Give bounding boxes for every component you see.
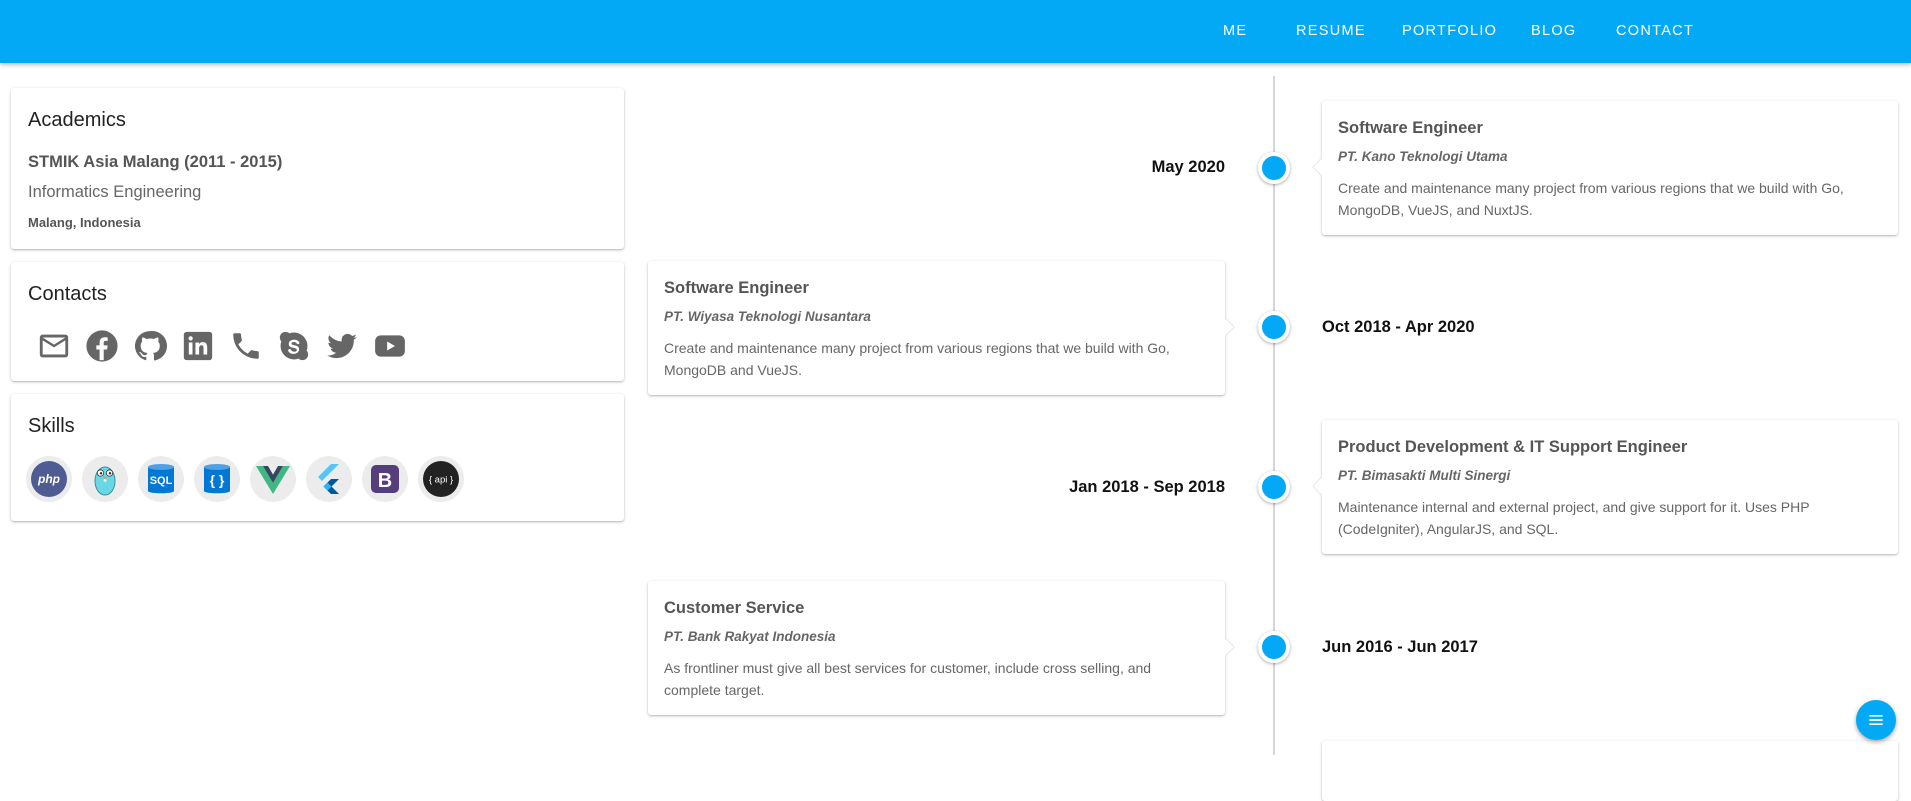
job-title: Software Engineer: [1338, 119, 1483, 137]
academics-school: STMIK Asia Malang (2011 - 2015): [28, 153, 283, 171]
timeline-card-next: [1322, 741, 1898, 801]
timeline-dot: [1258, 152, 1290, 184]
nosql-database-icon: { }: [194, 456, 240, 502]
academics-major: Informatics Engineering: [28, 183, 202, 201]
timeline-dot: [1258, 471, 1290, 503]
job-title: Software Engineer: [664, 279, 809, 297]
github-icon[interactable]: [126, 326, 174, 366]
job-description: Create and maintenance many project from…: [1338, 180, 1844, 218]
timeline-dot: [1258, 311, 1290, 343]
academics-location: Malang, Indonesia: [28, 215, 141, 230]
job-description: Create and maintenance many project from…: [664, 340, 1170, 378]
card-arrow: [1313, 158, 1331, 176]
contacts-card: Contacts: [11, 262, 624, 381]
app-bar: ME RESUME PORTFOLIO BLOG CONTACT: [0, 0, 1911, 63]
email-icon[interactable]: [30, 326, 78, 366]
vue-icon: [250, 456, 296, 502]
api-icon: { api }: [418, 456, 464, 502]
academics-card: Academics STMIK Asia Malang (2011 - 2015…: [11, 88, 624, 249]
phone-icon[interactable]: [222, 326, 270, 366]
contacts-title: Contacts: [28, 283, 107, 305]
php-icon: php: [26, 456, 72, 502]
linkedin-icon[interactable]: [174, 326, 222, 366]
timeline-date: Oct 2018 - Apr 2020: [1322, 318, 1475, 336]
svg-text:php: php: [37, 472, 60, 486]
job-description: Maintenance internal and external projec…: [1338, 499, 1810, 537]
skills-card: Skills php SQL { } B { api }: [11, 394, 624, 521]
timeline-card-3: Product Development & IT Support Enginee…: [1313, 420, 1898, 554]
job-company: PT. Wiyasa Teknologi Nusantara: [664, 309, 871, 324]
skills-title: Skills: [28, 415, 75, 437]
nav-contact[interactable]: CONTACT: [1616, 23, 1694, 39]
flutter-icon: [306, 456, 352, 502]
svg-text:B: B: [378, 470, 392, 492]
svg-text:{ }: { }: [210, 472, 225, 488]
menu-fab-button[interactable]: [1856, 700, 1896, 740]
timeline-date: Jan 2018 - Sep 2018: [1069, 478, 1225, 496]
job-company: PT. Bimasakti Multi Sinergi: [1338, 468, 1511, 483]
job-title: Customer Service: [664, 599, 805, 617]
nav-resume[interactable]: RESUME: [1296, 23, 1366, 39]
card-arrow: [1313, 477, 1331, 495]
nav-me[interactable]: ME: [1223, 23, 1247, 39]
youtube-icon[interactable]: [366, 326, 414, 366]
contact-icons: [30, 326, 414, 366]
twitter-icon[interactable]: [318, 326, 366, 366]
nav-portfolio[interactable]: PORTFOLIO: [1402, 23, 1497, 39]
card-arrow: [1216, 318, 1234, 336]
facebook-icon[interactable]: [78, 326, 126, 366]
bootstrap-icon: B: [362, 456, 408, 502]
card-arrow: [1216, 638, 1234, 656]
svg-text:SQL: SQL: [150, 475, 173, 487]
skill-icons: php SQL { } B { api }: [26, 456, 474, 502]
menu-icon: [1869, 715, 1883, 725]
skype-icon[interactable]: [270, 326, 318, 366]
job-company: PT. Bank Rakyat Indonesia: [664, 629, 836, 644]
timeline-date: May 2020: [1151, 158, 1225, 176]
timeline-card-4: Customer Service PT. Bank Rakyat Indones…: [648, 581, 1234, 715]
svg-text:{ api }: { api }: [429, 475, 453, 486]
timeline-card-2: Software Engineer PT. Wiyasa Teknologi N…: [648, 261, 1234, 395]
go-gopher-icon: [82, 456, 128, 502]
timeline-date: Jun 2016 - Jun 2017: [1322, 638, 1478, 656]
job-description: As frontliner must give all best service…: [664, 660, 1152, 698]
job-title: Product Development & IT Support Enginee…: [1338, 438, 1688, 456]
academics-title: Academics: [28, 109, 126, 131]
sql-database-icon: SQL: [138, 456, 184, 502]
job-company: PT. Kano Teknologi Utama: [1338, 149, 1508, 164]
nav-blog[interactable]: BLOG: [1531, 23, 1577, 39]
timeline-card-1: Software Engineer PT. Kano Teknologi Uta…: [1313, 101, 1898, 235]
timeline-dot: [1258, 631, 1290, 663]
